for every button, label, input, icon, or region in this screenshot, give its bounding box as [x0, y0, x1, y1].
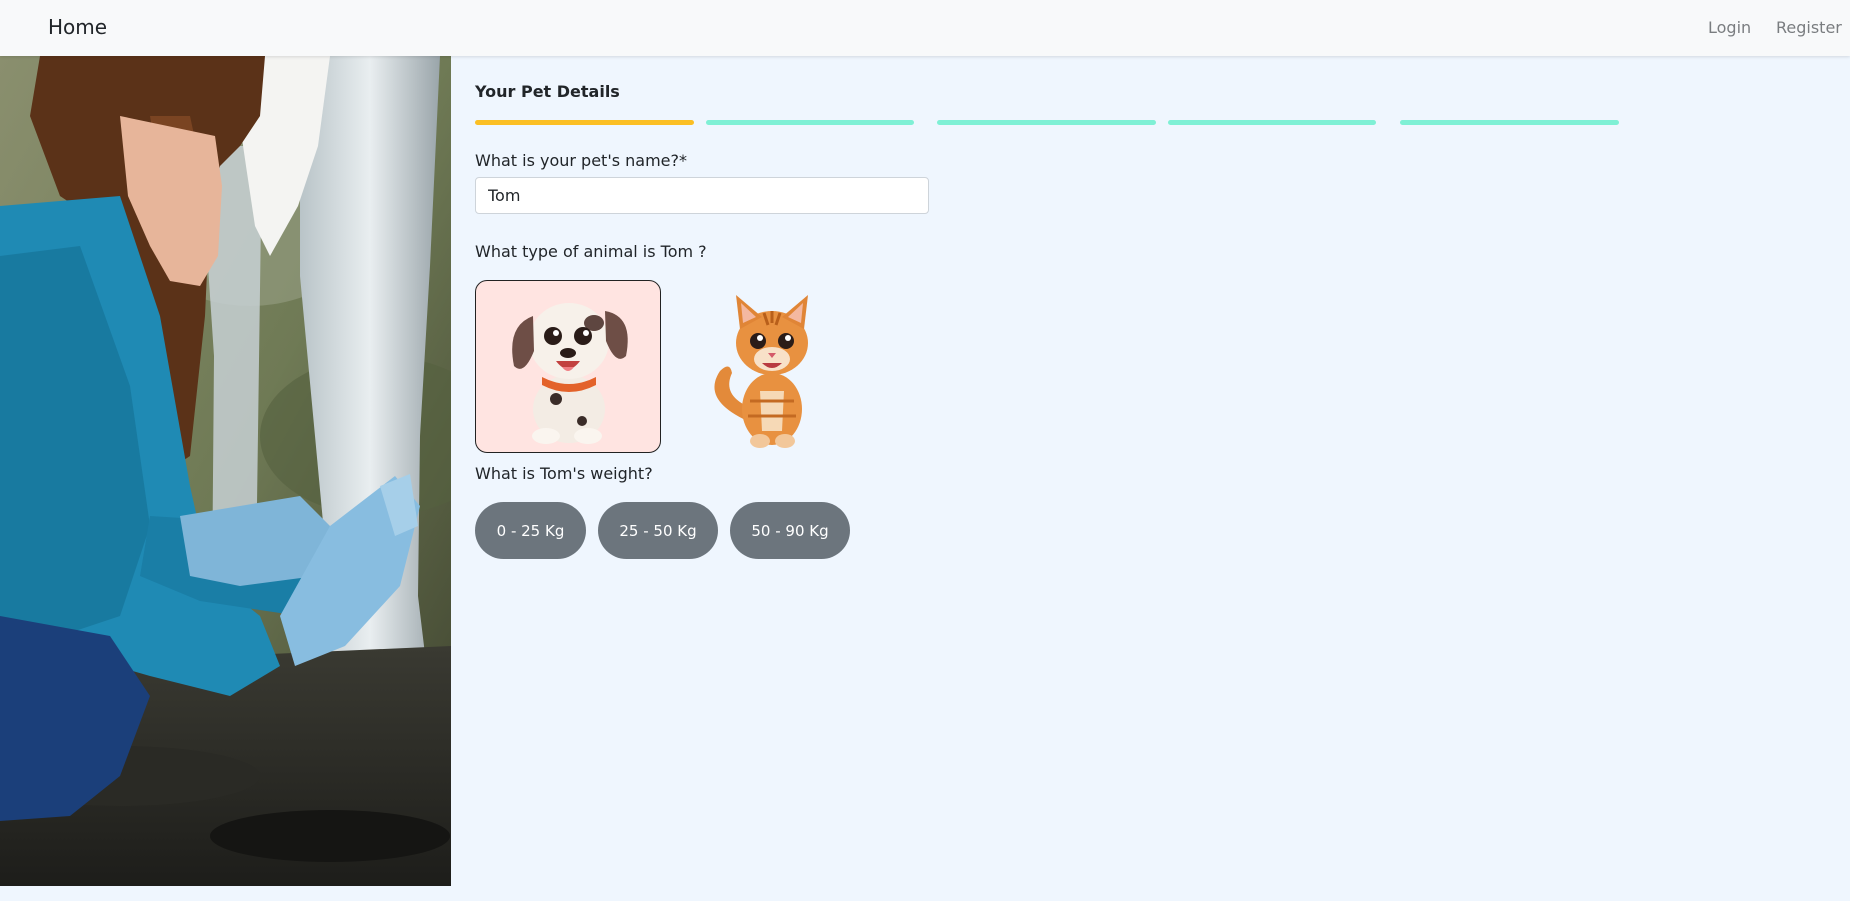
progress-step-1 [475, 120, 694, 125]
progress-step-4 [1168, 120, 1376, 125]
progress-step-2 [706, 120, 914, 125]
register-link[interactable]: Register [1776, 18, 1842, 37]
progress-step-5 [1400, 120, 1619, 125]
progress-step-3 [937, 120, 1156, 125]
weight-label: What is Tom's weight? [475, 464, 653, 483]
top-navbar: Home Login Register [0, 0, 1850, 56]
animal-type-label: What type of animal is Tom ? [475, 242, 707, 261]
form-title: Your Pet Details [475, 82, 620, 101]
vet-with-horse-photo [0, 56, 451, 886]
animal-option-dog[interactable] [475, 280, 661, 453]
weight-option-50-90[interactable]: 50 - 90 Kg [730, 502, 850, 559]
cat-icon [714, 295, 808, 448]
weight-option-0-25[interactable]: 0 - 25 Kg [475, 502, 586, 559]
pet-name-input[interactable] [475, 177, 929, 214]
pet-name-label: What is your pet's name?* [475, 151, 688, 170]
weight-option-25-50[interactable]: 25 - 50 Kg [598, 502, 718, 559]
home-link[interactable]: Home [48, 15, 107, 39]
login-link[interactable]: Login [1708, 18, 1751, 37]
dog-icon [512, 303, 628, 444]
animal-option-cat[interactable] [689, 280, 875, 453]
